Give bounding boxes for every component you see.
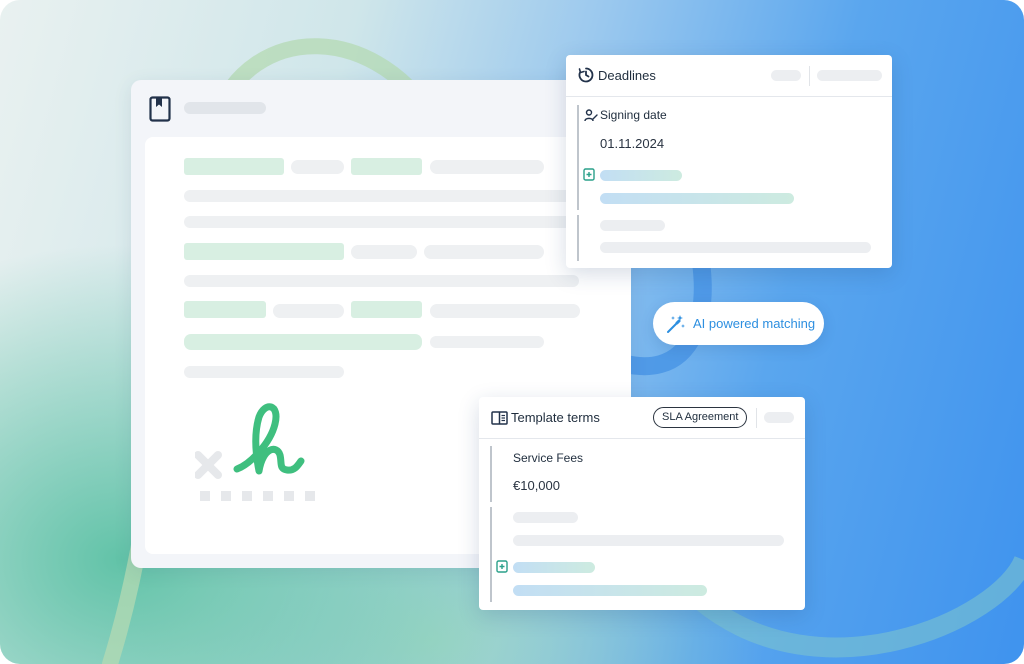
bookmark-document-icon xyxy=(149,96,171,122)
text-placeholder xyxy=(351,301,422,318)
text-placeholder xyxy=(184,301,266,318)
text-placeholder xyxy=(184,275,579,287)
service-fees-value: €10,000 xyxy=(513,478,560,493)
header-placeholder xyxy=(764,412,794,423)
text-placeholder xyxy=(351,245,417,259)
service-fees-label: Service Fees xyxy=(513,451,584,465)
signing-date-value: 01.11.2024 xyxy=(600,136,665,151)
magic-wand-icon xyxy=(667,315,685,333)
header-placeholder xyxy=(817,70,882,81)
text-placeholder xyxy=(184,334,422,350)
header-divider xyxy=(756,408,757,428)
user-signature-icon xyxy=(584,109,598,122)
template-terms-title: Template terms xyxy=(511,410,600,425)
text-placeholder xyxy=(600,220,665,231)
add-box-icon xyxy=(496,560,508,573)
template-terms-card: Template terms SLA Agreement Service Fee… xyxy=(479,397,805,610)
text-placeholder xyxy=(600,193,794,204)
text-placeholder xyxy=(430,304,580,318)
ai-matching-badge: AI powered matching xyxy=(653,302,824,345)
text-placeholder xyxy=(600,170,682,181)
text-placeholder xyxy=(184,366,344,378)
field-rail xyxy=(490,446,492,502)
signing-date-label: Signing date xyxy=(600,108,667,122)
deadlines-card-header: Deadlines xyxy=(566,55,892,97)
header-placeholder xyxy=(771,70,801,81)
field-rail xyxy=(577,215,579,261)
document-title-placeholder xyxy=(184,102,266,114)
signature-mark xyxy=(195,403,315,501)
illustration-stage: Deadlines Signing date 01.11.2024 AI pow… xyxy=(0,0,1024,664)
header-divider xyxy=(809,66,810,86)
terms-card-header: Template terms SLA Agreement xyxy=(479,397,805,439)
text-placeholder xyxy=(351,158,422,175)
text-placeholder xyxy=(513,562,595,573)
deadlines-card: Deadlines Signing date 01.11.2024 xyxy=(566,55,892,268)
agreement-tag: SLA Agreement xyxy=(653,407,748,428)
field-rail xyxy=(490,507,492,602)
text-placeholder xyxy=(424,245,544,259)
clock-icon xyxy=(578,67,594,83)
text-placeholder xyxy=(430,160,544,174)
text-placeholder xyxy=(513,535,784,546)
add-box-icon xyxy=(583,168,595,181)
text-placeholder xyxy=(184,216,579,228)
ai-matching-label: AI powered matching xyxy=(693,316,816,331)
text-placeholder xyxy=(291,160,344,174)
field-rail xyxy=(577,105,579,210)
text-placeholder xyxy=(513,585,707,596)
text-placeholder xyxy=(184,243,344,260)
text-placeholder xyxy=(184,158,284,175)
text-placeholder xyxy=(273,304,344,318)
book-open-icon xyxy=(491,411,508,425)
text-placeholder xyxy=(600,242,871,253)
text-placeholder xyxy=(513,512,578,523)
deadlines-title: Deadlines xyxy=(598,68,656,83)
text-placeholder xyxy=(430,336,544,348)
text-placeholder xyxy=(184,190,579,202)
